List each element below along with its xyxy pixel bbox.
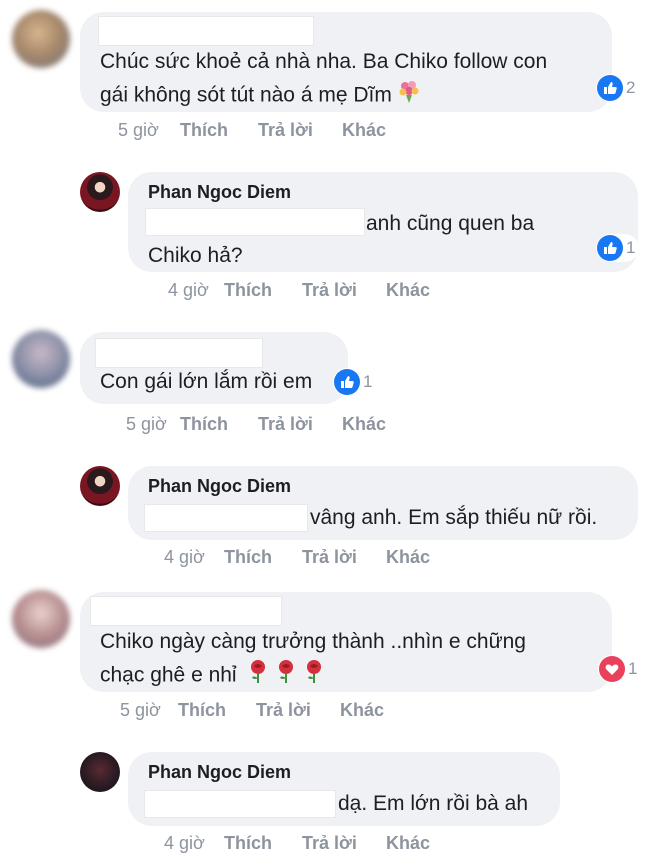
more-link[interactable]: Khác [386,833,430,854]
reaction-count[interactable]: 2 [596,74,640,102]
redacted-name [98,16,314,46]
reply-link[interactable]: Trả lời [258,414,342,435]
timestamp[interactable]: 5 giờ [120,700,178,721]
more-link[interactable]: Khác [342,120,386,141]
avatar[interactable] [12,590,70,648]
comment-text: dạ. Em lớn rồi bà ah [338,792,529,815]
like-link[interactable]: Thích [224,833,302,854]
redacted-name [95,338,263,368]
timestamp[interactable]: 5 giờ [118,120,180,141]
timestamp[interactable]: 5 giờ [126,414,180,435]
commenter-name[interactable]: Phan Ngoc Diem [148,762,291,783]
comment-meta: 5 giờ Thích Trả lời Khác [118,120,386,141]
reaction-count[interactable]: 1 [596,234,640,262]
redacted-mention [144,790,336,818]
comment-meta: 4 giờ Thích Trả lời Khác [168,280,430,301]
comment-text: Chiko ngày càng trưởng thành ..nhìn e ch… [100,626,526,694]
reply-link[interactable]: Trả lời [302,833,386,854]
reply-link[interactable]: Trả lời [302,280,386,301]
comment-text: vâng anh. Em sắp thiếu nữ rồi. [310,506,598,529]
reply-link[interactable]: Trả lời [302,547,386,568]
avatar[interactable] [80,752,120,792]
like-link[interactable]: Thích [180,414,258,435]
comment-meta: 4 giờ Thích Trả lời Khác [164,833,430,854]
comment-meta: 5 giờ Thích Trả lời Khác [126,414,386,435]
redacted-name [90,596,282,626]
avatar[interactable] [12,330,70,388]
like-link[interactable]: Thích [224,280,302,301]
reaction-count[interactable]: 1 [598,655,642,683]
like-icon [597,75,623,101]
heart-icon [599,656,625,682]
like-link[interactable]: Thích [180,120,258,141]
more-link[interactable]: Khác [386,547,430,568]
timestamp[interactable]: 4 giờ [168,280,224,301]
reply-link[interactable]: Trả lời [256,700,340,721]
more-link[interactable]: Khác [340,700,384,721]
rose-emoji-icon [246,658,270,694]
rose-emoji-icon [274,658,298,694]
comment-meta: 4 giờ Thích Trả lời Khác [164,547,430,568]
commenter-name[interactable]: Phan Ngoc Diem [148,476,291,497]
more-link[interactable]: Khác [386,280,430,301]
comment-text: Con gái lớn lắm rồi em [100,370,313,393]
avatar[interactable] [80,466,120,506]
avatar[interactable] [12,10,70,68]
timestamp[interactable]: 4 giờ [164,833,224,854]
redacted-mention [144,504,308,532]
comment-text: Chúc sức khoẻ cả nhà nha. Ba Chiko follo… [100,46,547,114]
rose-emoji-icon [302,658,326,694]
reaction-count[interactable]: 1 [333,368,377,396]
timestamp[interactable]: 4 giờ [164,547,224,568]
like-link[interactable]: Thích [224,547,302,568]
like-link[interactable]: Thích [178,700,256,721]
like-icon [334,369,360,395]
avatar[interactable] [80,172,120,212]
more-link[interactable]: Khác [342,414,386,435]
comment-text: anh cũng quen ba Chiko hả? [148,212,535,267]
commenter-name[interactable]: Phan Ngoc Diem [148,182,291,203]
like-icon [597,235,623,261]
comment-meta: 5 giờ Thích Trả lời Khác [120,700,384,721]
bouquet-emoji-icon [396,78,422,114]
reply-link[interactable]: Trả lời [258,120,342,141]
